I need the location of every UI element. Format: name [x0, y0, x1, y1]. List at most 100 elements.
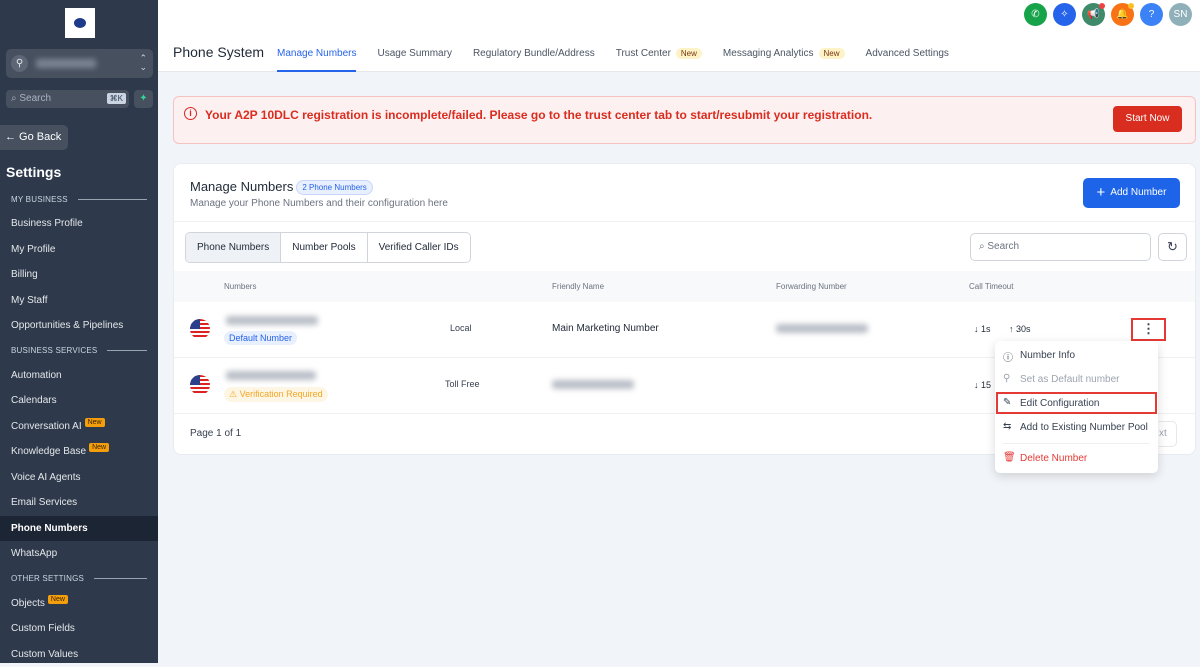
menu-item-set-default[interactable]: ⚲ Set as Default number [995, 367, 1158, 391]
refresh-button[interactable]: ↻ [1158, 233, 1187, 261]
new-badge: New [675, 48, 702, 59]
phone-icon[interactable]: ✆ [1024, 3, 1047, 26]
label: Knowledge Base [11, 446, 87, 457]
number-type: Toll Free [445, 379, 480, 389]
go-back-button[interactable]: ← Go Back [0, 125, 68, 150]
location-icon: ⚲ [11, 55, 28, 72]
top-header: ✆ ✧ 📢 🔔 ? SN Phone System Manage Numbers… [158, 0, 1200, 72]
sidebar-item-custom-values[interactable]: Custom Values [0, 642, 158, 667]
tab-advanced-settings[interactable]: Advanced Settings [866, 48, 949, 72]
label: Set as Default number [1020, 374, 1120, 385]
bell-icon[interactable]: 🔔 [1111, 3, 1134, 26]
section-my-business: MY BUSINESS [11, 195, 147, 204]
label: Verification Required [239, 389, 323, 399]
label: Delete Number [1020, 453, 1088, 464]
row-actions-kebab-button[interactable]: ⋮ [1131, 318, 1166, 341]
add-number-button[interactable]: + Add Number [1083, 178, 1180, 208]
account-name-redacted [36, 59, 96, 68]
sidebar-item-automation[interactable]: Automation [0, 363, 158, 388]
label: Trust Center [615, 48, 671, 59]
segment-verified-caller-ids[interactable]: Verified Caller IDs [366, 233, 470, 262]
account-switcher[interactable]: ⚲ ⌃ ⌄ [6, 49, 153, 78]
label: Messaging Analytics [722, 48, 814, 59]
menu-item-number-info[interactable]: ⓘ Number Info [995, 343, 1158, 367]
title-text: Manage Numbers [190, 179, 294, 194]
sidebar-search[interactable]: ⌕ Search ⌘K [6, 90, 129, 108]
tab-manage-numbers[interactable]: Manage Numbers [277, 48, 357, 72]
plus-icon: + [1096, 184, 1106, 201]
page-title: Phone System [173, 44, 265, 60]
phone-number-redacted [226, 316, 318, 325]
card-subtitle: Manage your Phone Numbers and their conf… [190, 198, 448, 209]
sidebar-item-my-staff[interactable]: My Staff [0, 288, 158, 313]
col-forwarding-number: Forwarding Number [776, 282, 847, 291]
sidebar: ⚲ ⌃ ⌄ ⌕ Search ⌘K ✦ ← Go Back Settings MY … [0, 0, 158, 663]
new-badge: New [818, 48, 845, 59]
divider [174, 221, 1195, 222]
timeout-out: ↑ 30s [1009, 324, 1031, 334]
a2p-alert-banner: i Your A2P 10DLC registration is incompl… [173, 96, 1196, 144]
sidebar-item-custom-fields[interactable]: Custom Fields [0, 616, 158, 641]
help-icon[interactable]: ? [1140, 3, 1163, 26]
friendly-name: Main Marketing Number [552, 323, 659, 334]
alert-message: Your A2P 10DLC registration is incomplet… [205, 108, 873, 122]
info-icon: i [184, 107, 197, 120]
sidebar-item-phone-numbers[interactable]: Phone Numbers [0, 516, 158, 541]
tab-usage-summary[interactable]: Usage Summary [377, 48, 451, 72]
pencil-icon: ✎ [1003, 397, 1012, 408]
segment-number-pools[interactable]: Number Pools [280, 233, 366, 262]
segment-phone-numbers[interactable]: Phone Numbers [186, 233, 281, 262]
sidebar-item-voice-ai[interactable]: Voice AI Agents [0, 465, 158, 490]
warning-icon: ⚠ [229, 389, 238, 399]
forwarding-number-redacted [776, 324, 868, 333]
new-badge: New [47, 595, 68, 604]
user-avatar[interactable]: SN [1169, 3, 1192, 26]
sidebar-item-knowledge-base[interactable]: Knowledge Base New [0, 439, 158, 464]
numbers-search-input[interactable]: ⌕ Search [970, 233, 1151, 261]
placeholder: Search [987, 241, 1020, 252]
friendly-name-redacted [552, 380, 634, 389]
shortcut-badge: ⌘K [106, 93, 126, 104]
search-placeholder: Search [19, 93, 52, 104]
timeout-in: ↓ 1s [974, 324, 991, 334]
megaphone-icon[interactable]: 📢 [1082, 3, 1105, 26]
default-number-badge: Default Number [224, 331, 298, 345]
company-logo [65, 8, 95, 38]
chevron-updown-icon: ⌃ ⌄ [139, 53, 147, 72]
menu-item-edit-configuration[interactable]: ✎ Edit Configuration [995, 391, 1158, 415]
menu-item-delete-number[interactable]: 🗑 Delete Number [995, 446, 1158, 470]
sidebar-item-email-services[interactable]: Email Services [0, 490, 158, 515]
sidebar-item-conversation-ai[interactable]: Conversation AI New [0, 414, 158, 439]
view-segmented-control: Phone Numbers Number Pools Verified Call… [185, 232, 471, 263]
trash-icon: 🗑 [1003, 452, 1016, 463]
sidebar-item-billing[interactable]: Billing [0, 262, 158, 287]
label: Number Info [1020, 350, 1076, 361]
sparkles-icon[interactable]: ✧ [1053, 3, 1076, 26]
sidebar-item-objects[interactable]: Objects New [0, 591, 158, 616]
number-type: Local [450, 323, 472, 333]
menu-item-add-to-pool[interactable]: ⇆ Add to Existing Number Pool [995, 415, 1158, 439]
label: Conversation AI [11, 421, 82, 432]
sidebar-item-opportunities[interactable]: Opportunities & Pipelines [0, 313, 158, 338]
settings-heading: Settings [6, 164, 62, 180]
col-numbers: Numbers [224, 282, 257, 291]
label: Edit Configuration [1020, 398, 1100, 409]
tab-trust-center[interactable]: Trust Center New [616, 48, 702, 72]
sidebar-item-calendars[interactable]: Calendars [0, 388, 158, 413]
count-badge: 2 Phone Numbers [296, 180, 373, 196]
tab-regulatory-bundle[interactable]: Regulatory Bundle/Address [473, 48, 595, 72]
tab-messaging-analytics[interactable]: Messaging Analytics New [723, 48, 845, 72]
next-page-button[interactable]: xt [1159, 421, 1177, 447]
section-other-settings: OTHER SETTINGS [11, 574, 147, 583]
sidebar-item-business-profile[interactable]: Business Profile [0, 211, 158, 236]
sidebar-item-my-profile[interactable]: My Profile [0, 237, 158, 262]
ai-sparkle-button[interactable]: ✦ [134, 90, 153, 108]
col-call-timeout: Call Timeout [969, 282, 1014, 291]
start-now-button[interactable]: Start Now [1113, 106, 1182, 132]
divider [1003, 443, 1150, 444]
sidebar-item-whatsapp[interactable]: WhatsApp [0, 541, 158, 566]
col-friendly-name: Friendly Name [552, 282, 605, 291]
label: Add to Existing Number Pool [1020, 422, 1148, 433]
verification-required-badge: ⚠ Verification Required [224, 387, 328, 402]
row-actions-menu: ⓘ Number Info ⚲ Set as Default number ✎ Edi… [995, 341, 1158, 473]
